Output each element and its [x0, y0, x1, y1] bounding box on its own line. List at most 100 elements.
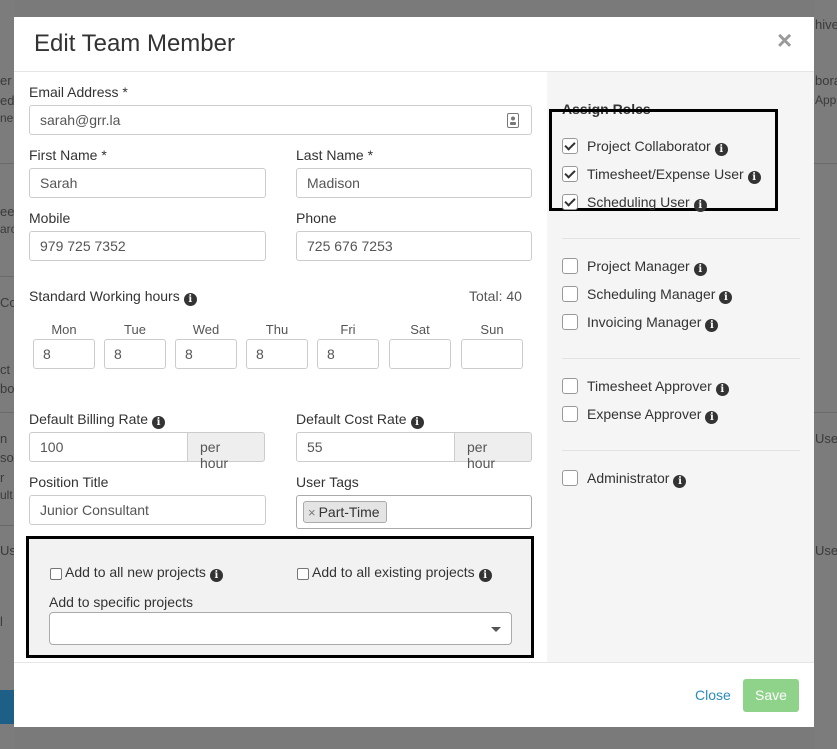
role-checkbox[interactable] [562, 258, 578, 274]
role-label: Timesheet Approver [587, 378, 712, 394]
background-right-strip [814, 0, 837, 749]
background-text: Co [0, 295, 14, 310]
role-label: Invoicing Manager [587, 314, 702, 330]
info-icon[interactable]: i [478, 569, 492, 582]
role-timesheet-expense-user[interactable]: Timesheet/Expense User i [562, 166, 761, 184]
cost-rate-unit: per hour [454, 432, 532, 471]
info-icon[interactable]: i [705, 319, 719, 332]
info-icon[interactable]: i [183, 293, 197, 306]
info-icon[interactable]: i [747, 171, 761, 184]
info-icon[interactable]: i [209, 569, 223, 582]
cost-rate-value: 55 [307, 439, 323, 455]
role-checkbox[interactable] [562, 138, 578, 154]
background-text: l [0, 614, 3, 629]
role-project-collaborator[interactable]: Project Collaborator i [562, 138, 728, 156]
projects-section: Add to all new projects i Add to all exis… [26, 536, 534, 658]
mobile-label: Mobile [29, 210, 71, 226]
hours-input-sat[interactable] [389, 339, 451, 369]
first-name-value: Sarah [40, 175, 78, 191]
last-name-value: Madison [307, 175, 360, 191]
phone-field[interactable]: 725 676 7253 [296, 231, 532, 261]
billing-rate-unit: per hour [187, 432, 265, 471]
add-all-new-projects-checkbox[interactable] [50, 568, 62, 580]
hours-input-wed[interactable]: 8 [175, 339, 237, 369]
role-checkbox[interactable] [562, 194, 578, 210]
background-divider [0, 525, 14, 526]
close-icon[interactable]: × [777, 27, 792, 53]
required-marker: * [367, 147, 374, 163]
day-label-wed: Wed [192, 322, 220, 337]
background-text: ee [0, 204, 14, 219]
role-invoicing-manager[interactable]: Invoicing Manager i [562, 314, 719, 332]
info-icon[interactable]: i [410, 416, 424, 429]
first-name-label: First Name * [29, 147, 107, 163]
role-scheduling-user[interactable]: Scheduling User i [562, 194, 707, 212]
background-divider [814, 412, 837, 413]
add-all-existing-projects-label: Add to all existing projects i [312, 564, 492, 582]
user-tags-field[interactable]: × Part-Time [296, 495, 532, 529]
info-icon[interactable]: i [705, 411, 719, 424]
role-project-manager[interactable]: Project Manager i [562, 258, 707, 276]
add-all-new-projects-label: Add to all new projects i [65, 564, 223, 582]
info-icon[interactable]: i [715, 383, 729, 396]
role-timesheet-approver[interactable]: Timesheet Approver i [562, 378, 729, 396]
email-value: sarah@grr.la [40, 112, 121, 128]
save-button[interactable]: Save [743, 679, 799, 712]
info-icon[interactable]: i [719, 291, 733, 304]
hours-input-sun[interactable] [461, 339, 523, 369]
day-label-sun: Sun [480, 322, 504, 337]
first-name-label-text: First Name [29, 147, 98, 163]
role-expense-approver[interactable]: Expense Approver i [562, 406, 719, 424]
day-label-tue: Tue [124, 322, 146, 337]
roles-divider [562, 238, 800, 239]
role-checkbox[interactable] [562, 166, 578, 182]
tag-label: Part-Time [318, 504, 380, 520]
background-text: ct [0, 362, 11, 377]
add-all-existing-projects-checkbox[interactable] [297, 568, 309, 580]
role-label: Project Collaborator [587, 138, 711, 154]
position-title-field[interactable]: Junior Consultant [29, 495, 266, 525]
info-icon[interactable]: i [693, 199, 707, 212]
remove-tag-icon[interactable]: × [308, 505, 316, 520]
specific-projects-select[interactable] [49, 612, 512, 645]
background-divider [0, 412, 14, 413]
role-checkbox[interactable] [562, 314, 578, 330]
cost-rate-field[interactable]: 55 [296, 432, 455, 462]
role-checkbox[interactable] [562, 470, 578, 486]
role-checkbox[interactable] [562, 406, 578, 422]
info-icon[interactable]: i [714, 143, 728, 156]
email-field[interactable]: sarah@grr.la [29, 105, 532, 135]
roles-divider [562, 358, 800, 359]
required-marker: * [122, 84, 128, 100]
role-checkbox[interactable] [562, 378, 578, 394]
background-divider [0, 163, 14, 164]
mobile-field[interactable]: 979 725 7352 [29, 231, 266, 261]
info-icon[interactable]: i [673, 475, 687, 488]
background-text: hive [815, 17, 837, 32]
background-divider [814, 163, 837, 164]
modal-header: Edit Team Member × [14, 17, 814, 72]
assign-roles-panel: Assign Roles Project Collaborator i Times… [547, 72, 814, 662]
close-button[interactable]: Close [695, 687, 731, 703]
info-icon[interactable]: i [152, 416, 166, 429]
info-icon[interactable]: i [693, 263, 707, 276]
role-administrator[interactable]: Administrator i [562, 470, 687, 488]
hours-input-mon[interactable]: 8 [33, 339, 95, 369]
last-name-label-text: Last Name [296, 147, 364, 163]
hours-input-fri[interactable]: 8 [317, 339, 379, 369]
last-name-field[interactable]: Madison [296, 168, 532, 198]
hours-input-thu[interactable]: 8 [246, 339, 308, 369]
billing-rate-field[interactable]: 100 [29, 432, 188, 462]
email-label: Email Address * [29, 84, 128, 100]
last-name-label: Last Name * [296, 147, 373, 163]
hours-input-tue[interactable]: 8 [104, 339, 166, 369]
position-title-label: Position Title [29, 474, 109, 490]
contact-card-icon[interactable] [507, 113, 519, 128]
first-name-field[interactable]: Sarah [29, 168, 266, 198]
background-text: Use [815, 543, 837, 558]
background-text: Use [815, 431, 837, 446]
chevron-down-icon[interactable] [491, 627, 501, 632]
role-scheduling-manager[interactable]: Scheduling Manager i [562, 286, 733, 304]
background-text: ult [0, 488, 13, 502]
role-checkbox[interactable] [562, 286, 578, 302]
